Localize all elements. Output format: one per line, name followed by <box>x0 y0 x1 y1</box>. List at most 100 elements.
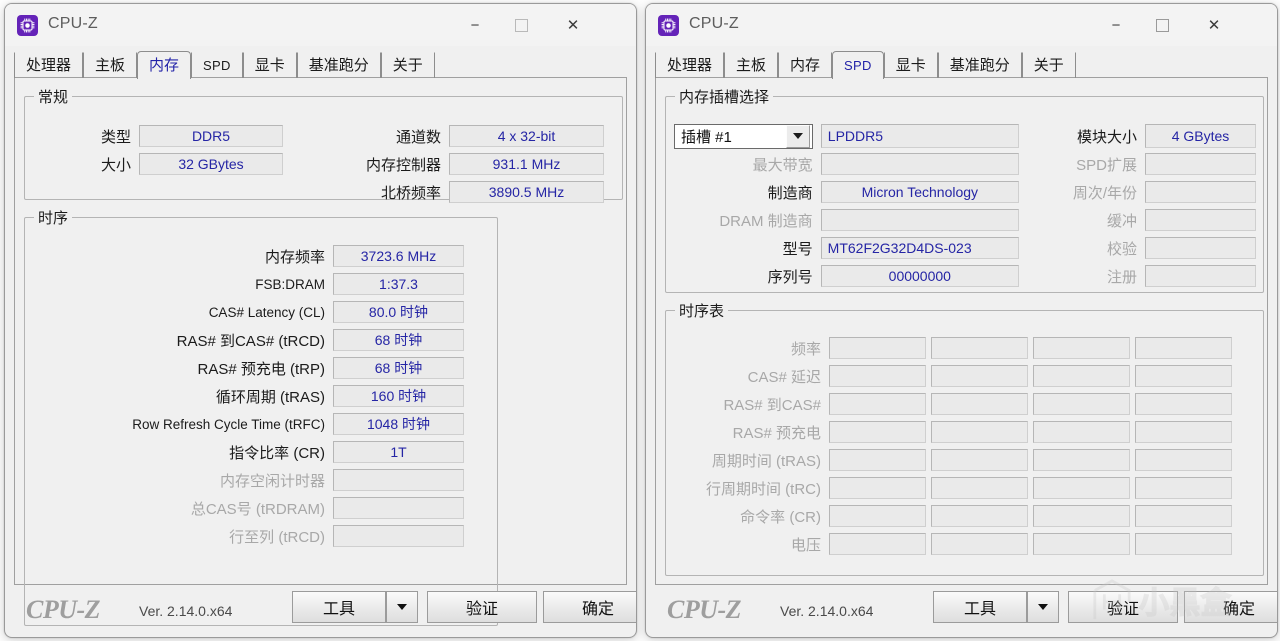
label-tt-trc: 行周期时间 (tRC) <box>706 480 821 498</box>
cpuz-logo: CPU-Z <box>667 595 742 624</box>
label-trfc: Row Refresh Cycle Time (tRFC) <box>132 416 325 432</box>
row-timing: Row Refresh Cycle Time (tRFC) 1048 时钟 <box>25 413 480 435</box>
group-slot-selection: 内存插槽选择 插槽 #1 LPDDR5 模块大小 4 GBytes 最大带宽 S… <box>665 86 1264 293</box>
value-module-size: 4 GBytes <box>1145 124 1257 148</box>
validate-button[interactable]: 验证 <box>1068 591 1178 623</box>
value-cas-latency: 80.0 时钟 <box>333 301 464 323</box>
value-registered <box>1144 265 1256 287</box>
titlebar-right[interactable]: CPU-Z − ✕ <box>646 4 1277 46</box>
label-command-rate: 指令比率 (CR) <box>229 444 325 462</box>
group-timings-legend: 时序 <box>38 210 69 227</box>
row-type: 类型 DDR5 <box>25 125 285 147</box>
ok-button[interactable]: 确定 <box>1184 591 1277 623</box>
value-manufacturer: Micron Technology <box>820 181 1019 203</box>
row-timing: 行至列 (tRCD) <box>25 525 480 547</box>
row-spd: 序列号 00000000 注册 <box>666 265 1256 287</box>
tab-graphics[interactable]: 显卡 <box>242 52 297 78</box>
cell-tt <box>1033 533 1130 555</box>
value-dram-frequency: 3723.6 MHz <box>333 245 464 267</box>
value-trfc: 1048 时钟 <box>333 413 464 435</box>
cell-tt <box>1033 505 1130 527</box>
value-fsb-dram: 1:37.3 <box>333 273 464 295</box>
minimize-icon: − <box>470 16 480 34</box>
tab-bench[interactable]: 基准跑分 <box>296 52 381 78</box>
label-fsb-dram: FSB:DRAM <box>255 276 325 292</box>
group-timings: 时序 内存频率 3723.6 MHz FSB:DRAM 1:37.3 CAS# … <box>24 207 498 626</box>
cell-tt <box>1135 477 1232 499</box>
label-manufacturer: 制造商 <box>767 184 813 202</box>
chevron-down-icon[interactable] <box>785 124 810 148</box>
tab-bench[interactable]: 基准跑分 <box>937 52 1022 78</box>
maximize-button[interactable] <box>498 4 544 46</box>
tab-mainboard[interactable]: 主板 <box>724 52 779 78</box>
close-button[interactable]: ✕ <box>550 4 596 46</box>
tab-processor[interactable]: 处理器 <box>14 52 84 78</box>
value-tras: 160 时钟 <box>333 385 464 407</box>
tab-about[interactable]: 关于 <box>1021 52 1076 78</box>
cell-tt <box>829 421 926 443</box>
tab-mainboard[interactable]: 主板 <box>83 52 138 78</box>
value-part-number: MT62F2G32D4DS-023 <box>820 237 1019 259</box>
cell-tt <box>829 337 926 359</box>
cell-tt <box>1135 393 1232 415</box>
tab-memory[interactable]: 内存 <box>778 52 833 78</box>
label-serial-number: 序列号 <box>767 268 813 286</box>
cpuz-logo: CPU-Z <box>26 595 101 624</box>
minimize-button[interactable]: − <box>452 4 498 46</box>
tools-button[interactable]: 工具 <box>933 591 1027 623</box>
cell-tt <box>829 449 926 471</box>
value-nb-frequency: 3890.5 MHz <box>449 181 604 203</box>
ok-button[interactable]: 确定 <box>543 591 636 623</box>
label-tt-cas-latency: CAS# 延迟 <box>747 368 821 386</box>
value-trp: 68 时钟 <box>333 357 464 379</box>
value-trdram <box>333 497 464 519</box>
value-trcd: 68 时钟 <box>333 329 464 351</box>
row-timing: RAS# 到CAS# (tRCD) 68 时钟 <box>25 329 480 351</box>
value-module-type: LPDDR5 <box>820 124 1019 148</box>
tab-graphics[interactable]: 显卡 <box>883 52 938 78</box>
close-button[interactable]: ✕ <box>1191 4 1237 46</box>
value-week-year <box>1144 181 1256 203</box>
row-timing: 循环周期 (tRAS) 160 时钟 <box>25 385 480 407</box>
tools-dropdown-button[interactable] <box>1027 591 1059 623</box>
label-tras: 循环周期 (tRAS) <box>215 388 325 406</box>
tab-memory[interactable]: 内存 <box>137 51 192 79</box>
value-spd-ext <box>1144 153 1256 175</box>
titlebar-left[interactable]: CPU-Z − ✕ <box>5 4 636 46</box>
minimize-button[interactable]: − <box>1093 4 1139 46</box>
row-spd: DRAM 制造商 缓冲 <box>666 209 1256 231</box>
tools-button[interactable]: 工具 <box>292 591 386 623</box>
maximize-button[interactable] <box>1139 4 1185 46</box>
cpu-chip-icon <box>658 15 679 36</box>
value-row-to-column <box>333 525 464 547</box>
cell-tt <box>1033 449 1130 471</box>
label-tt-cr: 命令率 (CR) <box>740 508 821 526</box>
footer-right: CPU-Z Ver. 2.14.0.x64 工具 验证 确定 <box>655 589 1277 629</box>
label-max-bandwidth: 最大带宽 <box>752 156 813 174</box>
chevron-down-icon <box>397 604 407 610</box>
tabstrip-left: 处理器 主板 内存 SPD 显卡 基准跑分 关于 <box>14 50 627 79</box>
row-timing: 指令比率 (CR) 1T <box>25 441 480 463</box>
tab-spd[interactable]: SPD <box>191 52 243 78</box>
tab-about[interactable]: 关于 <box>380 52 435 78</box>
label-trcd: RAS# 到CAS# (tRCD) <box>176 332 325 350</box>
timing-table-row: 行周期时间 (tRC) <box>666 477 1256 499</box>
tools-dropdown-button[interactable] <box>386 591 418 623</box>
label-trdram: 总CAS号 (tRDRAM) <box>190 500 325 518</box>
validate-button[interactable]: 验证 <box>427 591 537 623</box>
row-slot: 插槽 #1 LPDDR5 模块大小 4 GBytes <box>666 123 1257 149</box>
label-buffer: 缓冲 <box>1106 212 1137 230</box>
timing-table-row: 频率 <box>666 337 1256 359</box>
value-buffer <box>1144 209 1256 231</box>
tab-content-spd: 内存插槽选择 插槽 #1 LPDDR5 模块大小 4 GBytes 最大带宽 S… <box>655 78 1268 585</box>
tab-spd[interactable]: SPD <box>832 51 884 79</box>
cpuz-window-memory: CPU-Z − ✕ 处理器 主板 内存 SPD 显卡 基准跑分 关于 常规 类型… <box>4 3 637 638</box>
timing-table-row: 周期时间 (tRAS) <box>666 449 1256 471</box>
cell-tt <box>1033 421 1130 443</box>
label-type: 类型 <box>100 128 131 146</box>
value-correction <box>1144 237 1256 259</box>
cell-tt <box>931 449 1028 471</box>
tab-processor[interactable]: 处理器 <box>655 52 725 78</box>
slot-select-dropdown[interactable]: 插槽 #1 <box>674 123 813 149</box>
label-channels: 通道数 <box>395 128 441 146</box>
